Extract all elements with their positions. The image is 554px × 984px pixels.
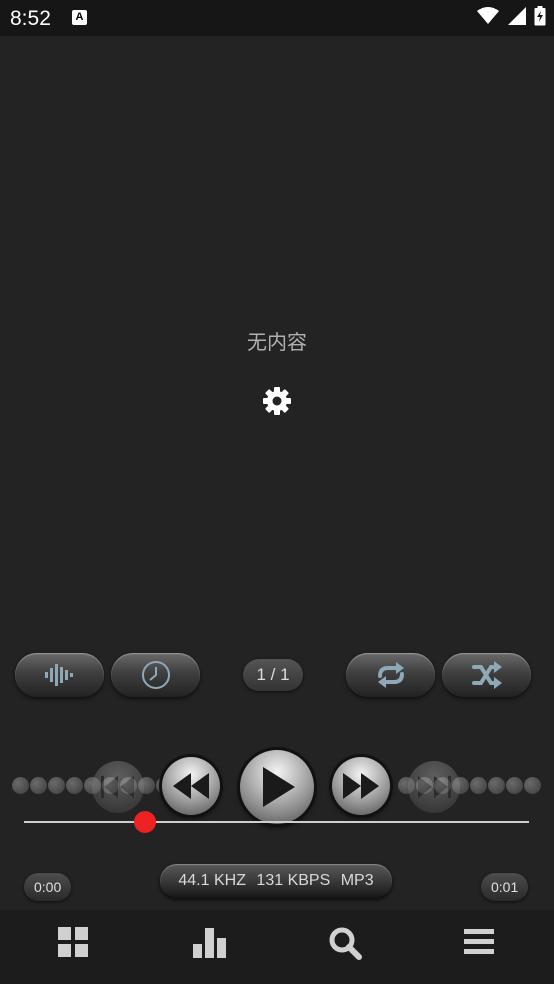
status-bar: 8:52 A bbox=[0, 0, 554, 36]
bottom-nav bbox=[0, 910, 554, 984]
repeat-icon bbox=[377, 662, 404, 688]
play-button[interactable] bbox=[240, 750, 314, 824]
cell-signal-icon bbox=[507, 7, 526, 25]
audio-format: MP3 bbox=[340, 872, 374, 889]
audio-info: 44.1 KHZ 131 KBPS MP3 bbox=[160, 864, 392, 898]
search-icon bbox=[329, 927, 362, 960]
seek-bar[interactable] bbox=[24, 821, 529, 823]
status-time: 8:52 bbox=[10, 7, 51, 30]
strip-dot bbox=[66, 777, 83, 794]
skip-next-button[interactable] bbox=[408, 761, 460, 813]
app-notification-icon: A bbox=[72, 10, 87, 25]
nav-menu-button[interactable] bbox=[463, 926, 497, 960]
sleep-timer-button[interactable] bbox=[111, 653, 200, 697]
skip-previous-icon bbox=[101, 776, 134, 798]
menu-icon bbox=[464, 929, 494, 954]
wifi-icon bbox=[477, 7, 500, 24]
empty-message: 无内容 bbox=[247, 332, 307, 354]
battery-icon bbox=[534, 6, 546, 26]
shuffle-icon bbox=[471, 661, 502, 689]
total-duration: 0:01 bbox=[481, 873, 529, 901]
strip-dot bbox=[506, 777, 523, 794]
nav-stats-button[interactable] bbox=[192, 926, 226, 960]
skip-next-icon bbox=[418, 776, 451, 798]
fast-forward-button[interactable] bbox=[332, 757, 390, 815]
bitrate: 131 KBPS bbox=[256, 872, 331, 889]
strip-dot bbox=[30, 777, 47, 794]
strip-dot bbox=[48, 777, 65, 794]
play-icon bbox=[263, 767, 295, 807]
shuffle-button[interactable] bbox=[442, 653, 531, 697]
rewind-icon bbox=[173, 773, 209, 799]
bar-chart-icon bbox=[193, 928, 226, 958]
grid-icon bbox=[58, 927, 88, 957]
clock-icon bbox=[141, 661, 170, 689]
rewind-button[interactable] bbox=[162, 757, 220, 815]
gear-icon bbox=[263, 387, 291, 415]
repeat-button[interactable] bbox=[346, 653, 435, 697]
strip-dot bbox=[12, 777, 29, 794]
equalizer-button[interactable] bbox=[15, 653, 104, 697]
equalizer-bars-icon bbox=[44, 664, 73, 686]
strip-dot bbox=[470, 777, 487, 794]
strip-dot bbox=[488, 777, 505, 794]
nav-search-button[interactable] bbox=[328, 926, 362, 960]
skip-previous-button[interactable] bbox=[92, 761, 144, 813]
nav-library-button[interactable] bbox=[57, 926, 91, 960]
sample-rate: 44.1 KHZ bbox=[178, 872, 246, 889]
status-icons bbox=[473, 6, 546, 30]
strip-dot bbox=[524, 777, 541, 794]
elapsed-time: 0:00 bbox=[24, 873, 72, 901]
settings-button[interactable] bbox=[262, 386, 292, 416]
fast-forward-icon bbox=[343, 773, 379, 799]
track-counter: 1 / 1 bbox=[243, 659, 303, 691]
seek-thumb[interactable] bbox=[134, 811, 157, 833]
